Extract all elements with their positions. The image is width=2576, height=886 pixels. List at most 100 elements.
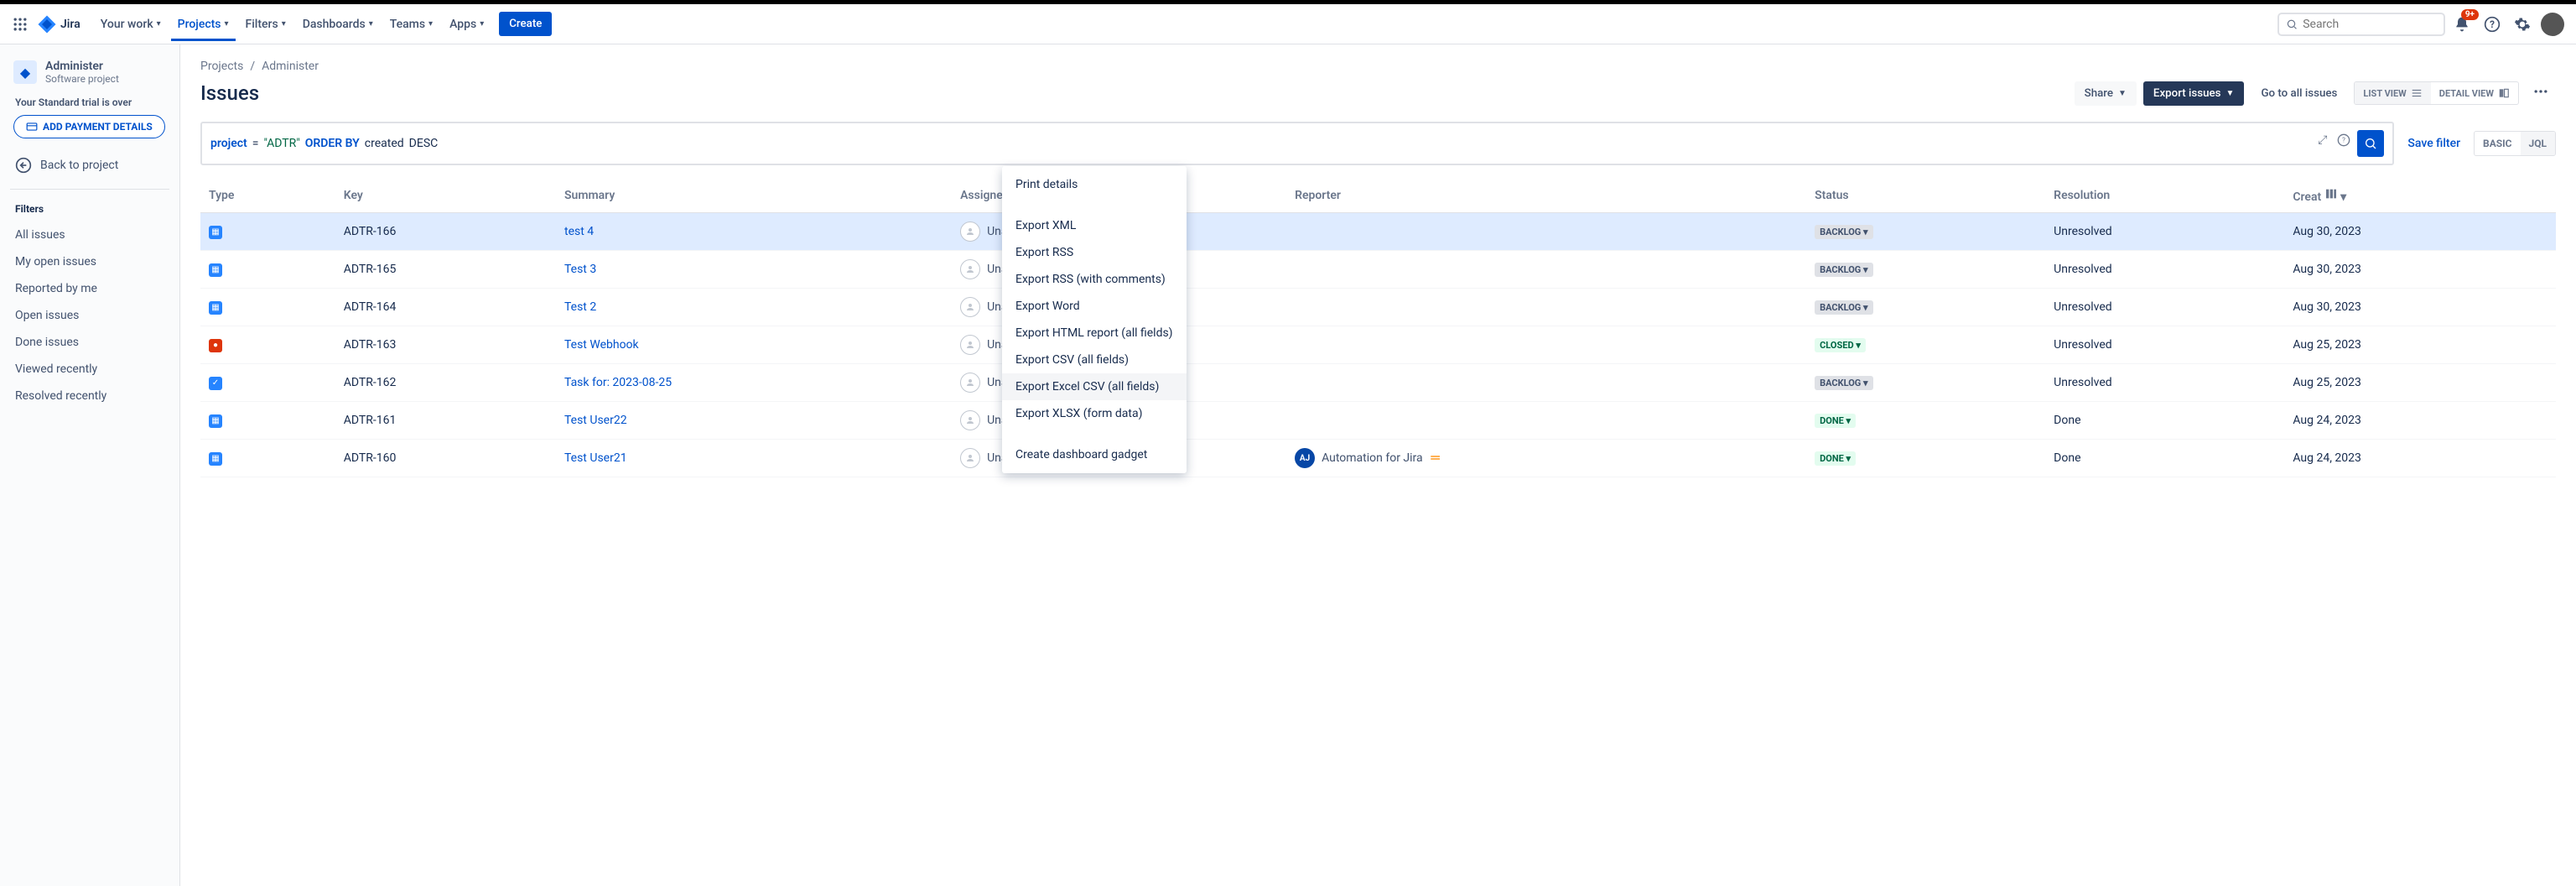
- resolution-cell: Unresolved: [2045, 289, 2284, 326]
- search-input[interactable]: [2303, 18, 2437, 31]
- back-to-project[interactable]: Back to project: [7, 150, 173, 180]
- jql-help-icon[interactable]: ?: [2334, 130, 2354, 157]
- created-cell: Aug 25, 2023: [2284, 364, 2556, 402]
- help-icon[interactable]: ?: [2479, 11, 2506, 38]
- filter-item-reported-by-me[interactable]: Reported by me: [7, 275, 173, 302]
- status-badge[interactable]: BACKLOG ▾: [1815, 376, 1872, 390]
- issue-key: ADTR-165: [335, 251, 556, 289]
- status-badge[interactable]: BACKLOG ▾: [1815, 263, 1872, 277]
- notifications-icon[interactable]: 9+: [2449, 11, 2475, 38]
- issue-key: ADTR-164: [335, 289, 556, 326]
- table-row[interactable]: ● ADTR-163 Test Webhook Unassigned CLOSE…: [200, 326, 2556, 364]
- table-row[interactable]: ▦ ADTR-166 test 4 Unassigned BACKLOG ▾ U…: [200, 213, 2556, 251]
- jira-logo[interactable]: Jira: [37, 14, 80, 34]
- nav-item-teams[interactable]: Teams▾: [383, 13, 439, 36]
- filter-item-viewed-recently[interactable]: Viewed recently: [7, 356, 173, 383]
- export-option-export-rss[interactable]: Export RSS: [1002, 239, 1187, 266]
- more-actions-button[interactable]: [2526, 78, 2556, 108]
- export-dropdown-menu: Print detailsExport XMLExport RSSExport …: [1002, 166, 1187, 473]
- settings-icon[interactable]: [2509, 11, 2536, 38]
- status-badge[interactable]: DONE ▾: [1815, 414, 1856, 428]
- summary-link[interactable]: Test 3: [564, 263, 596, 276]
- nav-item-apps[interactable]: Apps▾: [443, 13, 491, 36]
- nav-item-projects[interactable]: Projects▾: [171, 8, 236, 41]
- table-row[interactable]: ▦ ADTR-164 Test 2 Unassigned BACKLOG ▾ U…: [200, 289, 2556, 326]
- column-header-key[interactable]: Key: [335, 179, 556, 213]
- status-badge[interactable]: DONE ▾: [1815, 451, 1856, 466]
- detail-view-label: DETAIL VIEW: [2439, 88, 2494, 99]
- profile-avatar[interactable]: [2539, 11, 2566, 38]
- summary-link[interactable]: Test Webhook: [564, 338, 639, 352]
- column-header-creat[interactable]: Creat ▾: [2284, 179, 2556, 213]
- expand-editor-icon[interactable]: ⤢: [2314, 130, 2330, 157]
- nav-label: Projects: [178, 18, 221, 31]
- filter-item-resolved-recently[interactable]: Resolved recently: [7, 383, 173, 409]
- summary-link[interactable]: Test 2: [564, 300, 596, 314]
- filter-item-open-issues[interactable]: Open issues: [7, 302, 173, 329]
- card-icon: [26, 121, 38, 133]
- task-icon: ▦: [209, 301, 222, 315]
- task-icon: ▦: [209, 263, 222, 277]
- created-cell: Aug 25, 2023: [2284, 326, 2556, 364]
- export-option-export-html-report-all-fields-[interactable]: Export HTML report (all fields): [1002, 320, 1187, 347]
- logo-text: Jira: [60, 18, 80, 31]
- jql-direction: DESC: [409, 137, 439, 150]
- app-switcher-icon[interactable]: [10, 14, 30, 34]
- column-header-reporter[interactable]: Reporter: [1286, 179, 1806, 213]
- issue-key: ADTR-160: [335, 440, 556, 477]
- global-search[interactable]: [2277, 13, 2445, 36]
- breadcrumb-current[interactable]: Administer: [262, 60, 319, 73]
- project-icon: ◆: [13, 60, 37, 84]
- nav-item-filters[interactable]: Filters▾: [239, 13, 293, 36]
- status-badge[interactable]: BACKLOG ▾: [1815, 300, 1872, 315]
- summary-link[interactable]: Task for: 2023-08-25: [564, 376, 672, 389]
- export-issues-button[interactable]: Export issues ▼: [2143, 81, 2245, 106]
- column-header-resolution[interactable]: Resolution: [2045, 179, 2284, 213]
- table-row[interactable]: ✓ ADTR-162 Task for: 2023-08-25 Unassign…: [200, 364, 2556, 402]
- unassigned-avatar-icon: [960, 297, 980, 317]
- chevron-down-icon: ▾: [157, 19, 161, 29]
- share-button[interactable]: Share ▼: [2075, 81, 2137, 106]
- status-badge[interactable]: BACKLOG ▾: [1815, 225, 1872, 239]
- column-header-status[interactable]: Status: [1806, 179, 2045, 213]
- nav-item-dashboards[interactable]: Dashboards▾: [296, 13, 380, 36]
- nav-label: Dashboards: [303, 18, 366, 31]
- summary-link[interactable]: Test User21: [564, 451, 627, 465]
- table-row[interactable]: ▦ ADTR-160 Test User21 Unassigned AJAuto…: [200, 440, 2556, 477]
- export-option-export-excel-csv-all-fields-[interactable]: Export Excel CSV (all fields): [1002, 373, 1187, 400]
- summary-link[interactable]: Test User22: [564, 414, 627, 427]
- go-to-all-issues[interactable]: Go to all issues: [2251, 81, 2347, 106]
- columns-config-icon[interactable]: ▾: [2324, 190, 2347, 204]
- column-header-type[interactable]: Type: [200, 179, 335, 213]
- nav-item-your-work[interactable]: Your work▾: [94, 13, 168, 36]
- save-filter-link[interactable]: Save filter: [2402, 132, 2465, 155]
- run-search-button[interactable]: [2357, 130, 2384, 157]
- list-view-label: LIST VIEW: [2363, 88, 2406, 99]
- create-button[interactable]: Create: [499, 12, 552, 36]
- filter-item-all-issues[interactable]: All issues: [7, 222, 173, 248]
- filters-heading: Filters: [7, 198, 173, 222]
- export-option-create-dashboard-gadget[interactable]: Create dashboard gadget: [1002, 441, 1187, 468]
- export-option-export-rss-with-comments-[interactable]: Export RSS (with comments): [1002, 266, 1187, 293]
- basic-mode[interactable]: BASIC: [2475, 132, 2520, 155]
- column-header-summary[interactable]: Summary: [556, 179, 952, 213]
- jql-mode[interactable]: JQL: [2521, 132, 2555, 155]
- export-option-export-xml[interactable]: Export XML: [1002, 212, 1187, 239]
- list-view-option[interactable]: LIST VIEW: [2355, 82, 2430, 104]
- breadcrumb-root[interactable]: Projects: [200, 60, 243, 73]
- table-row[interactable]: ▦ ADTR-161 Test User22 Unassigned DONE ▾…: [200, 402, 2556, 440]
- table-row[interactable]: ▦ ADTR-165 Test 3 Unassigned BACKLOG ▾ U…: [200, 251, 2556, 289]
- summary-link[interactable]: test 4: [564, 225, 594, 238]
- filter-item-my-open-issues[interactable]: My open issues: [7, 248, 173, 275]
- svg-text:?: ?: [2343, 137, 2346, 144]
- export-option-export-word[interactable]: Export Word: [1002, 293, 1187, 320]
- detail-view-option[interactable]: DETAIL VIEW: [2431, 82, 2518, 104]
- add-payment-button[interactable]: ADD PAYMENT DETAILS: [13, 115, 165, 138]
- export-option-export-csv-all-fields-[interactable]: Export CSV (all fields): [1002, 347, 1187, 373]
- export-option-export-xlsx-form-data-[interactable]: Export XLSX (form data): [1002, 400, 1187, 427]
- status-badge[interactable]: CLOSED ▾: [1815, 338, 1866, 352]
- export-option-print-details[interactable]: Print details: [1002, 171, 1187, 198]
- export-label: Export issues: [2153, 87, 2221, 100]
- filter-item-done-issues[interactable]: Done issues: [7, 329, 173, 356]
- jql-input[interactable]: project = "ADTR" ORDER BY created DESC ⤢…: [200, 122, 2394, 165]
